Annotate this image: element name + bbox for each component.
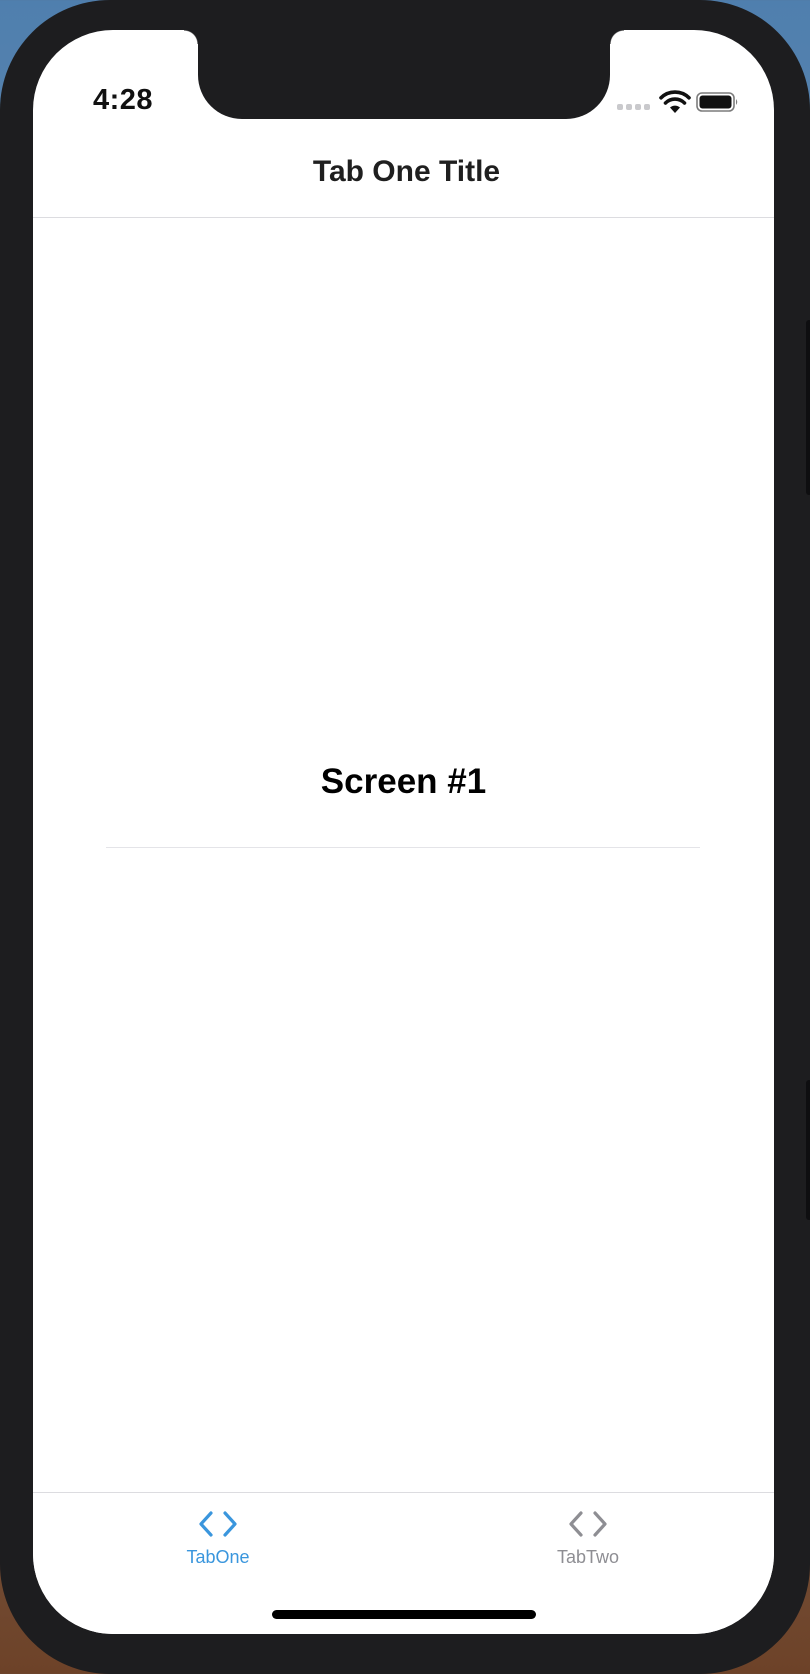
tab-one[interactable]: TabOne <box>138 1493 298 1593</box>
app-screen: 4:28 Tab One Title Screen #1 TabOne TabT… <box>33 30 774 1634</box>
status-time: 4:28 <box>93 84 154 116</box>
home-indicator[interactable] <box>272 1610 536 1619</box>
tab-two-label: TabTwo <box>556 1547 620 1567</box>
code-icon <box>199 1511 237 1537</box>
device-frame: 4:28 Tab One Title Screen #1 TabOne TabT… <box>0 0 810 1674</box>
side-button-lower <box>806 1080 810 1220</box>
content-separator <box>106 847 700 848</box>
screen-title: Screen #1 <box>320 762 487 801</box>
device-notch <box>184 30 624 119</box>
tab-one-label: TabOne <box>186 1547 250 1567</box>
nav-title: Tab One Title <box>312 154 501 188</box>
side-button <box>806 320 810 495</box>
wifi-icon <box>659 90 691 113</box>
code-icon <box>569 1511 607 1537</box>
signal-dots-icon <box>617 104 650 110</box>
navigation-bar: Tab One Title <box>33 128 774 218</box>
screen-content: Screen #1 <box>33 218 774 1522</box>
tab-two[interactable]: TabTwo <box>508 1493 668 1593</box>
battery-icon <box>696 92 738 112</box>
